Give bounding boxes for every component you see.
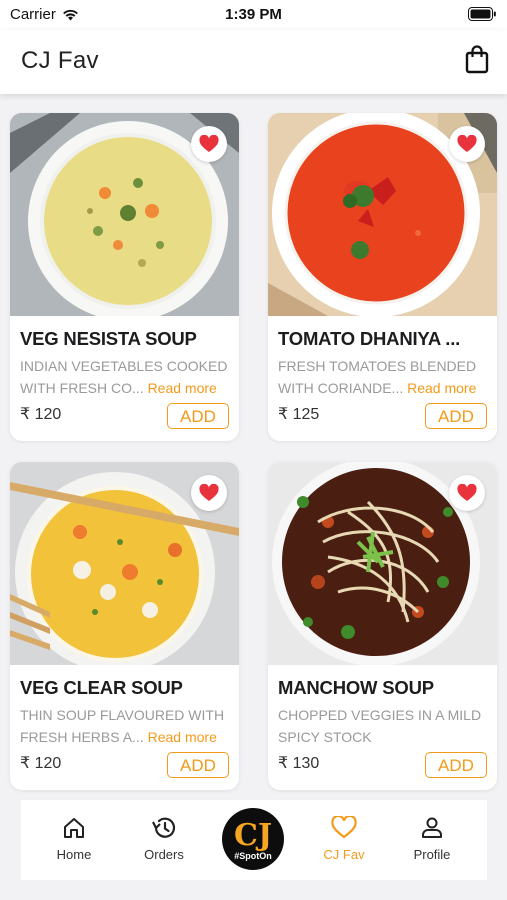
- cart-bag-icon[interactable]: [465, 45, 489, 75]
- add-button[interactable]: ADD: [425, 403, 487, 429]
- read-more-link[interactable]: Read more: [407, 380, 476, 396]
- description-text: WITH FRESH CO...: [20, 380, 144, 396]
- description-line: FRESH TOMATOES BLENDED: [278, 358, 477, 374]
- description-text: FRESH HERBS A...: [20, 729, 144, 745]
- tab-profile[interactable]: Profile: [392, 800, 472, 880]
- cj-logo: CJ #SpotOn: [234, 818, 272, 861]
- food-card[interactable]: VEG NESISTA SOUP INDIAN VEGETABLES COOKE…: [10, 113, 239, 441]
- cj-logo-button[interactable]: CJ #SpotOn: [222, 808, 284, 870]
- food-description: CHOPPED VEGGIES IN A MILD SPICY STOCK: [278, 704, 492, 748]
- favorite-heart-button[interactable]: [449, 126, 485, 162]
- food-name: VEG CLEAR SOUP: [20, 677, 183, 698]
- food-description: INDIAN VEGETABLES COOKED WITH FRESH CO..…: [20, 355, 234, 399]
- heart-icon: [331, 816, 357, 839]
- tab-label: Home: [56, 847, 92, 862]
- battery-icon: [468, 7, 497, 25]
- heart-icon: [457, 484, 477, 501]
- heart-icon: [199, 135, 219, 152]
- food-name: TOMATO DHANIYA ...: [278, 328, 461, 349]
- food-price: ₹ 125: [278, 406, 320, 423]
- favorite-heart-button[interactable]: [191, 126, 227, 162]
- favorite-heart-button[interactable]: [449, 475, 485, 511]
- food-name: VEG NESISTA SOUP: [20, 328, 197, 349]
- description-line: INDIAN VEGETABLES COOKED: [20, 358, 228, 374]
- logo-tag: #SpotOn: [234, 851, 272, 861]
- description-line: WITH CORIANDE... Read more: [278, 377, 492, 399]
- page-title: CJ Fav: [21, 47, 99, 74]
- food-name: MANCHOW SOUP: [278, 677, 434, 698]
- tab-home[interactable]: Home: [34, 800, 114, 880]
- tab-label: CJ Fav: [323, 847, 365, 862]
- description-text: WITH CORIANDE...: [278, 380, 404, 396]
- food-description: THIN SOUP FLAVOURED WITH FRESH HERBS A..…: [20, 704, 234, 748]
- add-button[interactable]: ADD: [167, 752, 229, 778]
- tab-label: Profile: [413, 847, 451, 862]
- history-icon: [152, 817, 176, 838]
- description-line: WITH FRESH CO... Read more: [20, 377, 234, 399]
- app-header: CJ Fav: [0, 30, 507, 94]
- food-description: FRESH TOMATOES BLENDED WITH CORIANDE... …: [278, 355, 492, 399]
- tab-cj-fav[interactable]: CJ Fav: [304, 800, 384, 880]
- add-button[interactable]: ADD: [167, 403, 229, 429]
- food-price: ₹ 130: [278, 755, 320, 772]
- description-line: FRESH HERBS A... Read more: [20, 726, 234, 748]
- status-time: 1:39 PM: [225, 6, 282, 23]
- food-price: ₹ 120: [20, 755, 62, 772]
- description-line: CHOPPED VEGGIES IN A MILD: [278, 707, 482, 723]
- profile-icon: [422, 817, 442, 838]
- description-line: THIN SOUP FLAVOURED WITH: [20, 707, 225, 723]
- food-card[interactable]: VEG CLEAR SOUP THIN SOUP FLAVOURED WITH …: [10, 462, 239, 790]
- read-more-link[interactable]: Read more: [148, 729, 217, 745]
- bottom-tab-bar: Home Orders CJ #SpotOn CJ Fav Profile: [21, 800, 487, 880]
- food-card[interactable]: TOMATO DHANIYA ... FRESH TOMATOES BLENDE…: [268, 113, 497, 441]
- food-card[interactable]: MANCHOW SOUP CHOPPED VEGGIES IN A MILD S…: [268, 462, 497, 790]
- add-button[interactable]: ADD: [425, 752, 487, 778]
- status-bar: Carrier 1:39 PM: [0, 0, 507, 30]
- description-line: SPICY STOCK: [278, 729, 372, 745]
- food-price: ₹ 120: [20, 406, 62, 423]
- tab-label: Orders: [144, 847, 184, 862]
- read-more-link[interactable]: Read more: [148, 380, 217, 396]
- heart-icon: [199, 484, 219, 501]
- logo-letters: CJ: [234, 818, 272, 853]
- home-icon: [64, 818, 84, 838]
- heart-icon: [457, 135, 477, 152]
- tab-orders[interactable]: Orders: [124, 800, 204, 880]
- favorite-heart-button[interactable]: [191, 475, 227, 511]
